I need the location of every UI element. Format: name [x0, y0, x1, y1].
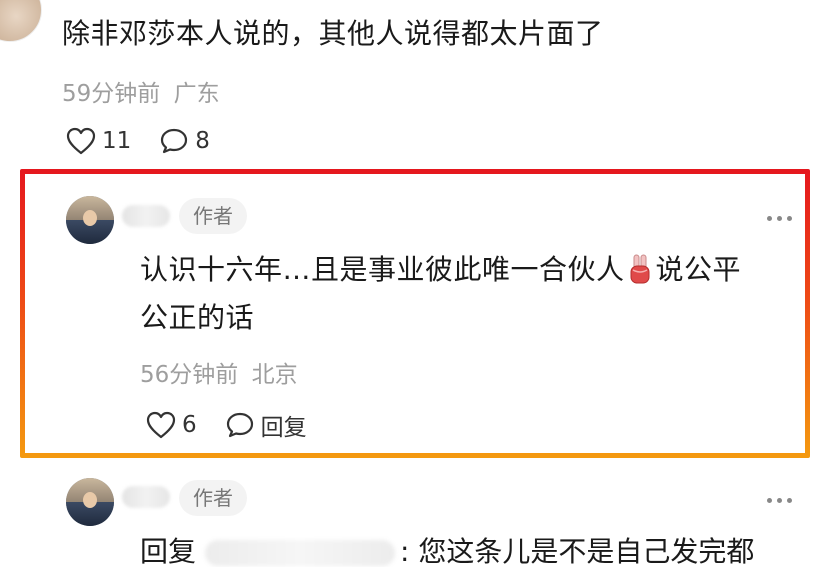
comment-text-part: 认识十六年…且是事业彼此唯一合伙人 [140, 253, 625, 286]
like-count: 6 [182, 412, 197, 438]
more-dots-icon[interactable] [767, 494, 792, 506]
heart-outline-icon [66, 127, 96, 155]
victory-hand-emoji [630, 254, 650, 284]
author-avatar[interactable] [66, 478, 114, 526]
comment-section: 除非邓莎本人说的，其他人说得都太片面了 59分钟前 广东 11 8 作者 认识十… [0, 0, 815, 567]
commenter-avatar[interactable] [0, 0, 42, 42]
speech-bubble-icon [226, 412, 253, 438]
blurred-reply-target [205, 540, 395, 566]
comment-meta: 56分钟前 北京 [140, 355, 298, 389]
reply-prefix: 回复 [140, 535, 197, 567]
speech-bubble-icon [161, 128, 188, 154]
comment-text-part: 说公平 [655, 253, 742, 286]
like-button[interactable]: 11 [66, 127, 131, 155]
author-badge: 作者 [179, 198, 247, 234]
comment-text-line-1: 认识十六年…且是事业彼此唯一合伙人 说公平 [140, 246, 741, 294]
author-avatar[interactable] [66, 196, 114, 244]
reply-label: 回复 [260, 415, 307, 441]
comment-text: : 您这条儿是不是自己发完都 [400, 535, 755, 567]
comment-meta: 59分钟前 广东 [62, 74, 220, 108]
heart-outline-icon [146, 411, 176, 439]
author-badge: 作者 [179, 480, 247, 516]
comment-text: 除非邓莎本人说的，其他人说得都太片面了 [62, 17, 604, 50]
reply-button[interactable]: 回复 [225, 408, 307, 442]
comment-time: 56分钟前 [140, 362, 239, 388]
comment-location: 广东 [173, 81, 220, 107]
comment-location: 北京 [251, 362, 298, 388]
comment-time: 59分钟前 [62, 81, 161, 107]
like-button[interactable]: 6 [146, 411, 197, 439]
blurred-username[interactable] [122, 205, 170, 227]
comment-actions: 11 8 [66, 127, 238, 155]
reply-count-button[interactable]: 8 [159, 127, 210, 155]
more-dots-icon[interactable] [767, 212, 792, 224]
comment-text-line-2: 公正的话 [140, 301, 255, 334]
like-count: 11 [102, 128, 132, 154]
blurred-username[interactable] [122, 486, 170, 508]
reply-count: 8 [195, 128, 210, 154]
comment-actions: 6 回复 [146, 408, 335, 442]
